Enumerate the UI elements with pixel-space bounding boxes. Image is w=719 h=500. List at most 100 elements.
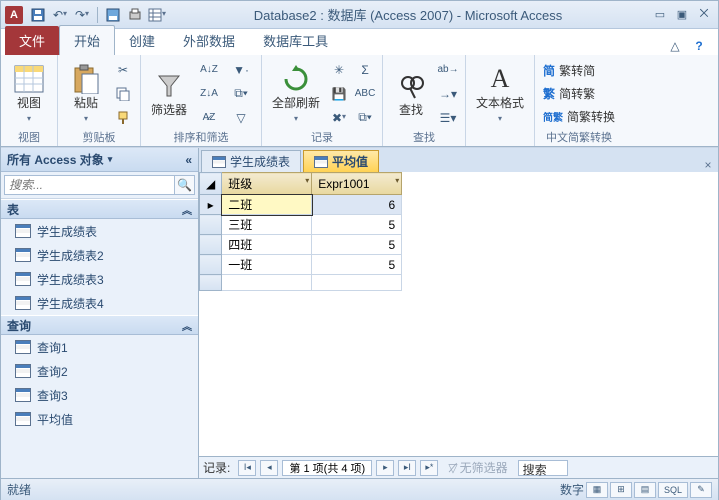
clear-sort-icon[interactable]: A̷Z bbox=[195, 107, 223, 129]
cell[interactable]: 5 bbox=[312, 215, 402, 235]
view-chart-button[interactable]: ▤ bbox=[634, 482, 656, 498]
record-search-input[interactable]: 搜索 bbox=[518, 460, 568, 476]
column-dropdown-icon[interactable]: ▾ bbox=[395, 176, 399, 185]
delete-record-icon[interactable]: ✖▾ bbox=[328, 107, 350, 129]
cell[interactable]: 二班 bbox=[222, 195, 312, 215]
view-pivot-button[interactable]: ⊞ bbox=[610, 482, 632, 498]
column-header[interactable]: Expr1001▾ bbox=[312, 173, 402, 195]
datasheet-icon[interactable]: ▾ bbox=[148, 6, 166, 24]
format-painter-icon[interactable] bbox=[112, 107, 134, 129]
save-icon[interactable] bbox=[29, 6, 47, 24]
collapse-nav-icon[interactable]: « bbox=[185, 153, 192, 167]
nav-item-table[interactable]: 学生成绩表3 bbox=[1, 267, 198, 291]
trad-to-simp-button[interactable]: 简繁转简 bbox=[541, 61, 617, 80]
maximize-button[interactable]: ▣ bbox=[672, 7, 692, 23]
row-selector[interactable] bbox=[200, 215, 222, 235]
next-record-button[interactable]: ▸ bbox=[376, 460, 394, 476]
row-selector[interactable] bbox=[200, 255, 222, 275]
replace-icon[interactable]: ab→ bbox=[437, 59, 459, 81]
prev-record-button[interactable]: ◂ bbox=[260, 460, 278, 476]
row-selector[interactable] bbox=[200, 275, 222, 291]
nav-search-input[interactable] bbox=[4, 175, 175, 195]
save-record-icon[interactable]: 💾 bbox=[328, 83, 350, 105]
copy-icon[interactable] bbox=[112, 83, 134, 105]
nav-item-query[interactable]: 平均值 bbox=[1, 407, 198, 431]
search-icon[interactable]: 🔍 bbox=[175, 175, 195, 195]
sort-asc-icon[interactable]: A↓Z bbox=[195, 59, 223, 81]
text-format-button[interactable]: A 文本格式▾ bbox=[472, 61, 528, 125]
cell[interactable] bbox=[312, 275, 402, 291]
goto-icon[interactable]: →▾ bbox=[437, 83, 459, 105]
select-all-cell[interactable]: ◢ bbox=[200, 173, 222, 195]
nav-item-table[interactable]: 学生成绩表4 bbox=[1, 291, 198, 315]
row-selector[interactable] bbox=[200, 235, 222, 255]
close-doc-icon[interactable]: × bbox=[698, 158, 718, 172]
cell[interactable]: 一班 bbox=[222, 255, 312, 275]
datasheet[interactable]: ◢ 班级▾ Expr1001▾ ▸二班6 三班5 四班5 一班5 bbox=[199, 172, 718, 456]
row-selector[interactable]: ▸ bbox=[200, 195, 222, 215]
column-dropdown-icon[interactable]: ▾ bbox=[305, 176, 309, 185]
tab-home[interactable]: 开始 bbox=[59, 25, 115, 55]
tab-external-data[interactable]: 外部数据 bbox=[169, 26, 249, 55]
nav-item-query[interactable]: 查询1 bbox=[1, 335, 198, 359]
minimize-button[interactable]: ▭ bbox=[650, 7, 670, 23]
cell[interactable]: 6 bbox=[312, 195, 402, 215]
simp-to-trad-button[interactable]: 繁简转繁 bbox=[541, 84, 617, 103]
new-record-nav-button[interactable]: ▸* bbox=[420, 460, 438, 476]
table-row[interactable]: 三班5 bbox=[200, 215, 402, 235]
nav-pane-header[interactable]: 所有 Access 对象▾ « bbox=[1, 148, 198, 172]
table-row[interactable]: 四班5 bbox=[200, 235, 402, 255]
table-row[interactable]: ▸二班6 bbox=[200, 195, 402, 215]
nav-item-query[interactable]: 查询3 bbox=[1, 383, 198, 407]
view-datasheet-button[interactable]: ▦ bbox=[586, 482, 608, 498]
cell[interactable] bbox=[222, 275, 312, 291]
nav-section-tables[interactable]: 表︽ bbox=[1, 199, 198, 219]
nav-item-table[interactable]: 学生成绩表2 bbox=[1, 243, 198, 267]
cell[interactable]: 三班 bbox=[222, 215, 312, 235]
paste-button[interactable]: 粘贴▾ bbox=[64, 61, 108, 125]
first-record-button[interactable]: I◂ bbox=[238, 460, 256, 476]
last-record-button[interactable]: ▸I bbox=[398, 460, 416, 476]
nav-section-queries[interactable]: 查询︽ bbox=[1, 315, 198, 335]
table-row-new[interactable] bbox=[200, 275, 402, 291]
cell[interactable]: 四班 bbox=[222, 235, 312, 255]
column-header[interactable]: 班级▾ bbox=[222, 173, 312, 195]
nav-item-query[interactable]: 查询2 bbox=[1, 359, 198, 383]
table-row[interactable]: 一班5 bbox=[200, 255, 402, 275]
view-button[interactable]: 视图▾ bbox=[7, 61, 51, 125]
view-sql-button[interactable]: SQL bbox=[658, 482, 688, 498]
view-design-button[interactable]: ✎ bbox=[690, 482, 712, 498]
help-icon[interactable]: ? bbox=[690, 37, 708, 55]
spelling-icon[interactable]: ABC bbox=[354, 83, 376, 105]
record-position-input[interactable] bbox=[282, 460, 372, 476]
simp-trad-convert-button[interactable]: 简繁简繁转换 bbox=[541, 107, 617, 126]
filter-button[interactable]: 筛选器 bbox=[147, 68, 191, 119]
more-records-icon[interactable]: ⧉▾ bbox=[354, 107, 376, 129]
tab-create[interactable]: 创建 bbox=[115, 26, 169, 55]
refresh-all-button[interactable]: 全部刷新▾ bbox=[268, 61, 324, 125]
tab-file[interactable]: 文件 bbox=[5, 26, 59, 55]
find-button[interactable]: 查找 bbox=[389, 68, 433, 119]
select-icon[interactable]: ☰▾ bbox=[437, 107, 459, 129]
toggle-filter-icon[interactable]: ▽ bbox=[227, 107, 255, 129]
minimize-ribbon-icon[interactable]: △ bbox=[666, 37, 684, 55]
tab-database-tools[interactable]: 数据库工具 bbox=[249, 26, 342, 55]
close-button[interactable]: ⨉ bbox=[694, 7, 714, 23]
totals-icon[interactable]: Σ bbox=[354, 59, 376, 81]
nav-tables-list: 学生成绩表 学生成绩表2 学生成绩表3 学生成绩表4 bbox=[1, 219, 198, 315]
redo-icon[interactable]: ↷▾ bbox=[73, 6, 91, 24]
doc-tab-table[interactable]: 学生成绩表 bbox=[201, 150, 301, 172]
undo-icon[interactable]: ↶▾ bbox=[51, 6, 69, 24]
doc-tab-query-active[interactable]: 平均值 bbox=[303, 150, 379, 172]
save-as-icon[interactable] bbox=[104, 6, 122, 24]
nav-item-table[interactable]: 学生成绩表 bbox=[1, 219, 198, 243]
sort-desc-icon[interactable]: Z↓A bbox=[195, 83, 223, 105]
group-clipboard-label: 剪贴板 bbox=[64, 130, 134, 146]
advanced-filter-icon[interactable]: ⧉▾ bbox=[227, 83, 255, 105]
cell[interactable]: 5 bbox=[312, 235, 402, 255]
new-record-icon[interactable]: ✳ bbox=[328, 59, 350, 81]
cut-icon[interactable]: ✂ bbox=[112, 59, 134, 81]
selection-filter-icon[interactable]: ▼· bbox=[227, 59, 255, 81]
cell[interactable]: 5 bbox=[312, 255, 402, 275]
print-preview-icon[interactable] bbox=[126, 6, 144, 24]
